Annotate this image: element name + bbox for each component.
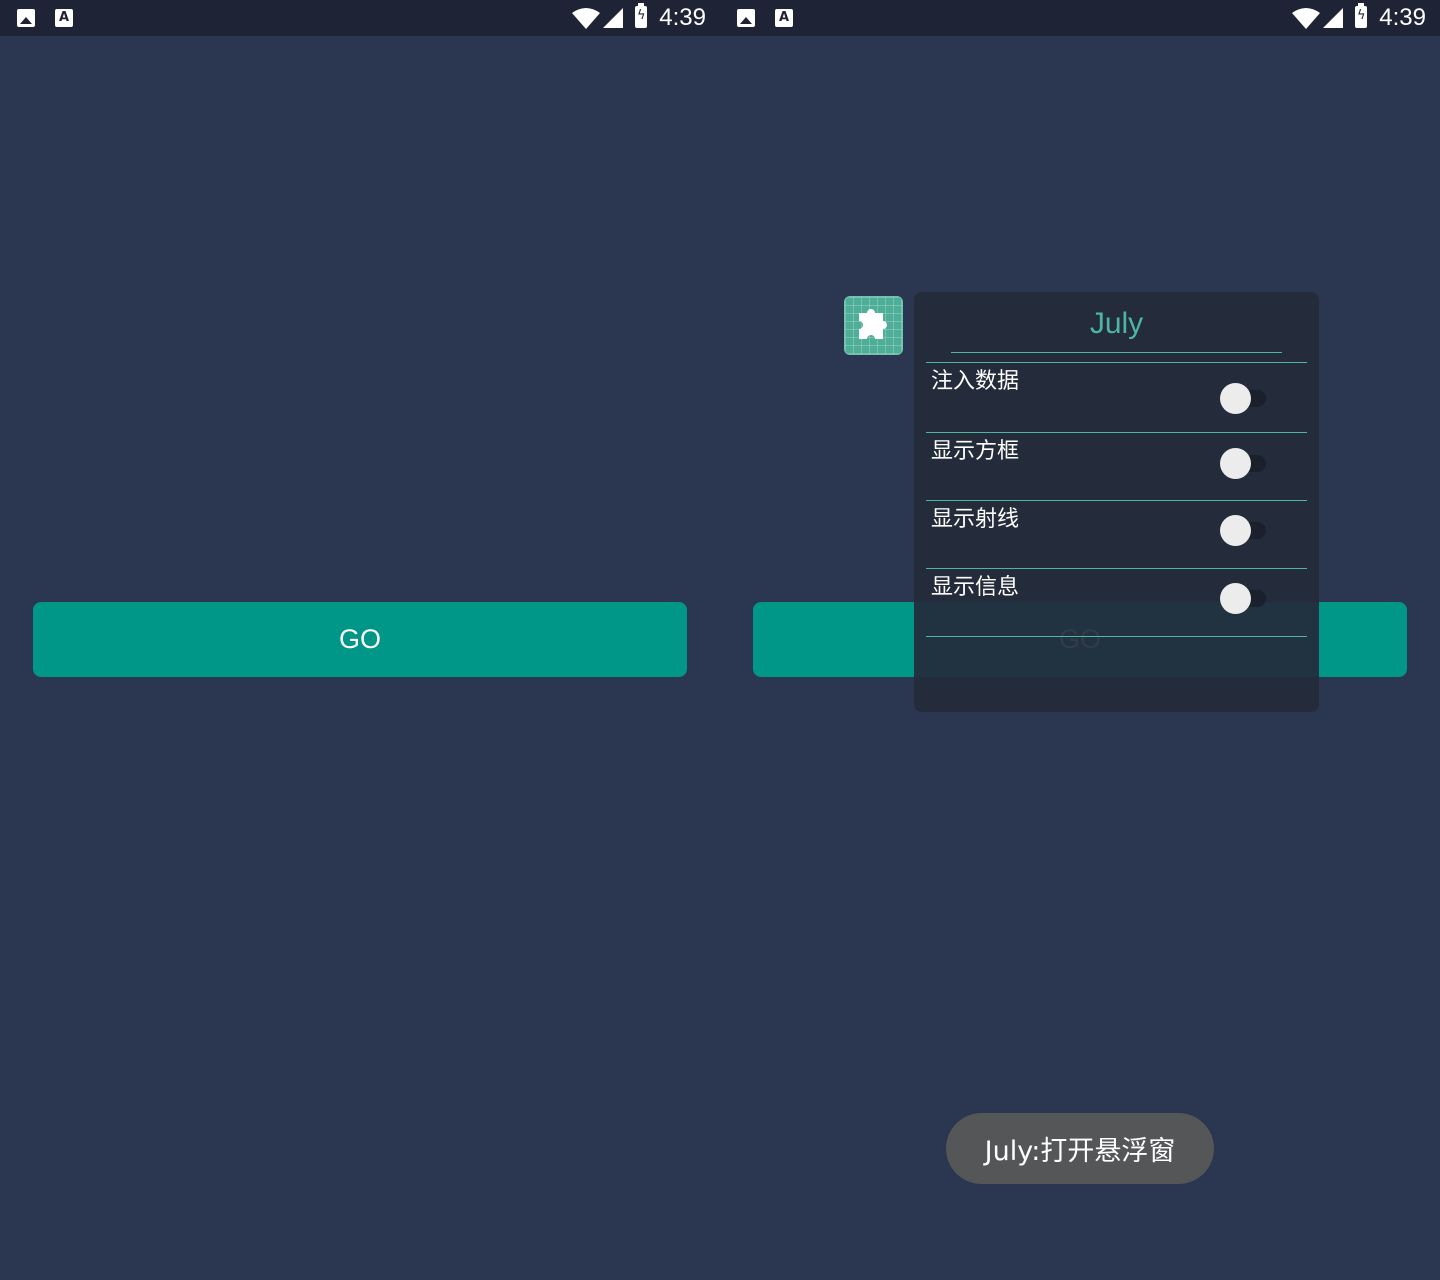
panel-title: July [951, 302, 1282, 353]
puzzle-icon [859, 309, 887, 339]
left-screen: A 4:39 GO [0, 0, 720, 1280]
floating-menu-panel: July 注入数据 显示方框 显示射线 显示信息 [914, 292, 1319, 712]
row-label: 注入数据 [931, 369, 1020, 394]
status-time: 4:39 [1379, 4, 1426, 31]
wifi-icon [572, 8, 600, 29]
wifi-icon [1292, 8, 1320, 29]
show-box-toggle[interactable] [1220, 448, 1272, 479]
battery-charging-icon [1355, 3, 1367, 28]
status-bar: A 4:39 [720, 0, 1440, 36]
battery-charging-icon [635, 3, 647, 28]
menu-row-inject-data: 注入数据 [926, 363, 1307, 431]
show-info-toggle[interactable] [1220, 583, 1272, 614]
show-ray-toggle[interactable] [1220, 515, 1272, 546]
image-icon [737, 9, 755, 27]
signal-icon [1323, 8, 1343, 28]
row-label: 显示信息 [931, 575, 1020, 600]
a-icon: A [775, 9, 793, 27]
right-screen: A 4:39 GO July 注入数据 显示方框 [720, 0, 1440, 1280]
a-icon: A [55, 9, 73, 27]
row-label: 显示射线 [931, 507, 1020, 532]
menu-row-show-info: 显示信息 [926, 569, 1307, 637]
menu-row-show-ray: 显示射线 [926, 501, 1307, 569]
row-label: 显示方框 [931, 439, 1020, 464]
divider [926, 636, 1307, 637]
floating-window-button[interactable] [844, 296, 903, 355]
menu-row-show-box: 显示方框 [926, 433, 1307, 501]
status-bar: A 4:39 [0, 0, 720, 36]
inject-data-toggle[interactable] [1220, 383, 1272, 414]
status-time: 4:39 [659, 4, 706, 31]
toast-message: July:打开悬浮窗 [946, 1113, 1214, 1184]
signal-icon [603, 8, 623, 28]
image-icon [17, 9, 35, 27]
go-button[interactable]: GO [33, 602, 687, 677]
